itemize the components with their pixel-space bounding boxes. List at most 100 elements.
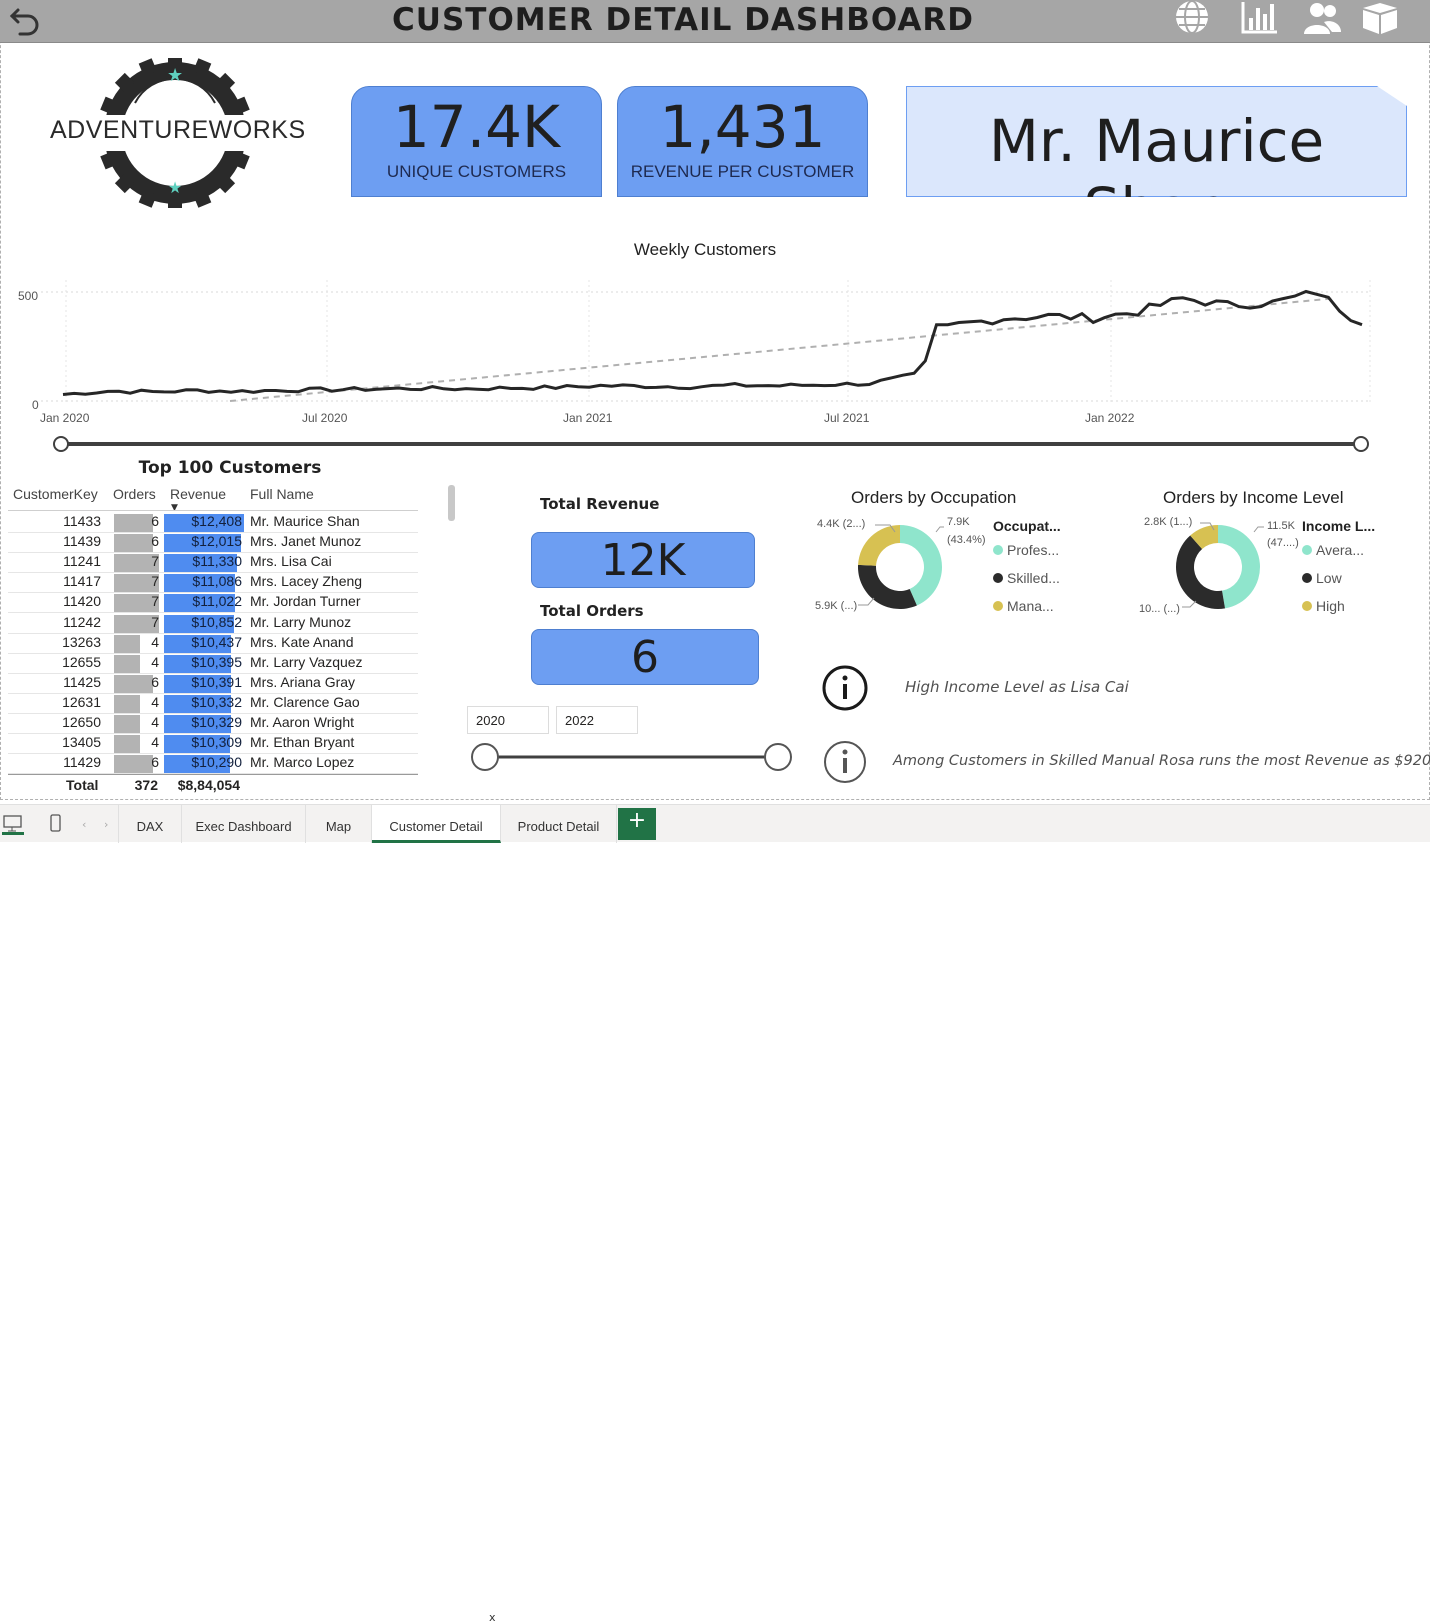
- year-slider-end-handle[interactable]: [764, 743, 792, 771]
- mobile-view-icon[interactable]: [48, 813, 64, 835]
- orders-cell: 4: [151, 693, 159, 710]
- total-revenue: $8,84,054: [177, 777, 240, 793]
- total-orders-card[interactable]: 6: [531, 629, 759, 685]
- legend-dot: [1302, 601, 1312, 611]
- customer-key-cell: 11417: [63, 573, 101, 590]
- date-slider-end-handle[interactable]: [1353, 436, 1369, 452]
- revenue-cell: $10,437: [191, 633, 242, 650]
- table-row[interactable]: 12631 4 $10,332 Mr. Clarence Gao: [8, 694, 418, 714]
- info-icon: [822, 665, 868, 711]
- customer-key-cell: 11439: [63, 533, 101, 550]
- full-name-cell: Mrs. Ariana Gray: [250, 673, 356, 690]
- total-revenue-label: Total Revenue: [540, 495, 660, 513]
- full-name-cell: Mr. Aaron Wright: [250, 714, 355, 730]
- date-slider-start-handle[interactable]: [53, 436, 69, 452]
- orders-cell: 6: [151, 513, 159, 529]
- occupation-legend-title: Occupat...: [993, 518, 1061, 534]
- orders-cell: 7: [151, 613, 159, 630]
- orders-cell: 6: [151, 754, 159, 771]
- revenue-cell: $11,086: [192, 573, 242, 590]
- orders-cell: 6: [151, 673, 159, 690]
- sort-desc-icon[interactable]: ▼: [171, 503, 178, 513]
- desktop-view-icon[interactable]: [2, 813, 24, 835]
- orders-cell: 4: [151, 734, 159, 751]
- revenue-cell: $10,852: [191, 613, 242, 630]
- tab-customer-detail[interactable]: Customer Detail: [372, 805, 501, 843]
- table-title: Top 100 Customers: [138, 458, 322, 478]
- col-header-orders[interactable]: Orders: [113, 486, 156, 502]
- col-header-customerkey[interactable]: CustomerKey: [13, 486, 98, 502]
- page-tab-bar: ‹ › DAX Exec Dashboard Map Customer Deta…: [0, 804, 1430, 1624]
- legend-item[interactable]: Mana...: [993, 598, 1054, 614]
- occupation-leader-lines: [858, 524, 944, 606]
- orders-cell: 4: [151, 653, 159, 670]
- occupation-chart-title: Orders by Occupation: [851, 488, 1017, 507]
- table-scrollbar[interactable]: [448, 485, 455, 521]
- header-divider: [8, 510, 418, 511]
- year-from-input[interactable]: 2020: [467, 706, 549, 734]
- table-row[interactable]: 13405 4 $10,309 Mr. Ethan Bryant: [8, 734, 418, 755]
- revenue-cell: $11,022: [192, 593, 242, 610]
- legend-dot: [993, 545, 1003, 555]
- table-row[interactable]: 11241 7 $11,330 Mrs. Lisa Cai: [8, 553, 418, 574]
- legend-item[interactable]: Profes...: [993, 542, 1059, 558]
- weekly-customers-chart[interactable]: [0, 0, 1430, 460]
- legend-dot: [993, 573, 1003, 583]
- full-name-cell: Mrs. Kate Anand: [250, 633, 354, 650]
- orders-cell: 7: [151, 593, 159, 610]
- full-name-cell: Mr. Ethan Bryant: [250, 734, 355, 751]
- legend-item[interactable]: Avera...: [1302, 542, 1364, 558]
- revenue-cell: $10,332: [191, 693, 242, 710]
- tab-map[interactable]: Map: [306, 805, 372, 843]
- full-name-cell: Mrs. Lisa Cai: [250, 553, 332, 570]
- income-leader-lines: [1182, 522, 1264, 608]
- total-orders: 372: [134, 777, 158, 793]
- legend-item[interactable]: Skilled...: [993, 570, 1060, 586]
- revenue-cell: $10,309: [191, 734, 242, 751]
- tab-scroll-right-icon[interactable]: ›: [104, 818, 108, 831]
- legend-item[interactable]: Low: [1302, 570, 1342, 586]
- total-revenue-card[interactable]: 12K: [531, 532, 755, 588]
- table-row[interactable]: 11433 6 $12,408 Mr. Maurice Shan: [8, 513, 418, 533]
- add-page-button[interactable]: +: [618, 808, 656, 840]
- table-row[interactable]: 11429 6 $10,290 Mr. Marco Lopez: [8, 754, 418, 775]
- col-header-full-name[interactable]: Full Name: [250, 486, 314, 502]
- revenue-cell: $11,330: [192, 553, 242, 570]
- donut-data-label: (47....): [1267, 537, 1299, 549]
- table-row[interactable]: 11425 6 $10,391 Mrs. Ariana Gray: [8, 674, 418, 694]
- revenue-cell: $10,395: [191, 653, 242, 670]
- orders-cell: 7: [151, 573, 159, 590]
- table-row[interactable]: 12650 4 $10,329 Mr. Aaron Wright: [8, 714, 418, 734]
- series-line: [62, 289, 1363, 396]
- tab-scroll-left-icon[interactable]: ‹: [82, 818, 86, 831]
- year-slider[interactable]: [466, 740, 801, 776]
- insight-text: High Income Level as Lisa Cai: [905, 678, 1129, 696]
- full-name-cell: Mr. Marco Lopez: [250, 754, 355, 771]
- insight-text: Among Customers in Skilled Manual Rosa r…: [893, 753, 1430, 769]
- year-slider-start-handle[interactable]: [471, 743, 499, 771]
- table-row[interactable]: 11420 7 $11,022 Mr. Jordan Turner: [8, 593, 418, 614]
- tab-product-detail[interactable]: Product Detail: [501, 805, 617, 843]
- revenue-cell: $12,015: [191, 533, 242, 550]
- customer-key-cell: 11420: [63, 593, 101, 610]
- customer-key-cell: 12631: [62, 693, 101, 710]
- table-row[interactable]: 11417 7 $11,086 Mrs. Lacey Zheng: [8, 573, 418, 594]
- legend-label: Skilled...: [1007, 570, 1060, 586]
- close-tab-icon[interactable]: x: [489, 1611, 496, 1624]
- table-row[interactable]: 13263 4 $10,437 Mrs. Kate Anand: [8, 634, 418, 654]
- table-row[interactable]: 11439 6 $12,015 Mrs. Janet Munoz: [8, 533, 418, 554]
- table-row[interactable]: 11242 7 $10,852 Mr. Larry Munoz: [8, 614, 418, 634]
- donut-data-label: 11.5K: [1267, 520, 1295, 532]
- revenue-cell: $10,329: [191, 714, 242, 730]
- col-header-revenue[interactable]: Revenue: [170, 486, 226, 502]
- year-to-input[interactable]: 2022: [556, 706, 638, 734]
- table-row[interactable]: 12655 4 $10,395 Mr. Larry Vazquez: [8, 654, 418, 674]
- tab-exec-dashboard[interactable]: Exec Dashboard: [182, 805, 306, 843]
- legend-item[interactable]: High: [1302, 598, 1345, 614]
- customer-key-cell: 13405: [62, 734, 101, 751]
- orders-cell: 4: [151, 633, 159, 650]
- revenue-cell: $10,290: [191, 754, 242, 771]
- tab-dax[interactable]: DAX: [118, 805, 182, 843]
- full-name-cell: Mrs. Janet Munoz: [250, 533, 362, 550]
- orders-cell: 4: [151, 714, 159, 730]
